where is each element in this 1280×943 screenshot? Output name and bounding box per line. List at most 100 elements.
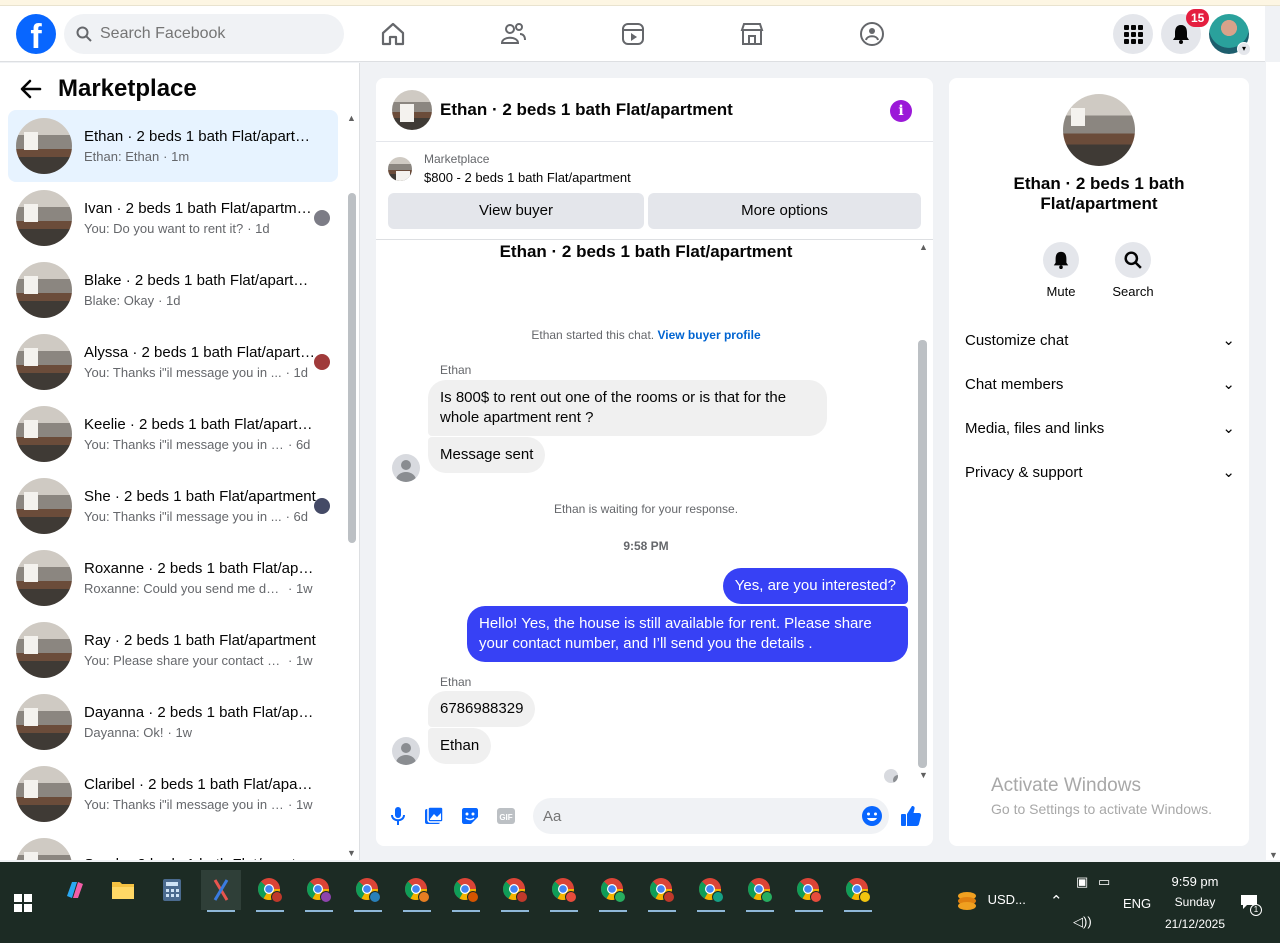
groups-icon[interactable] [858, 20, 886, 48]
clock-date[interactable]: 21/12/2025 [1160, 917, 1230, 931]
svg-text:GIF: GIF [499, 813, 512, 822]
chat-scrollbar-thumb[interactable] [918, 340, 927, 768]
chrome-profile-icon[interactable] [495, 870, 535, 912]
network-icon[interactable]: ▭ [1098, 874, 1110, 890]
chrome-profile-icon[interactable] [691, 870, 731, 912]
watermark-line2: Go to Settings to activate Windows. [991, 801, 1212, 817]
meet-now-icon[interactable]: ▣ [1076, 874, 1088, 890]
conversation-item[interactable]: Dayanna · 2 beds 1 bath Flat/apartment Da… [8, 686, 338, 758]
chrome-profile-icon[interactable] [740, 870, 780, 912]
search-in-chat-button[interactable]: Search [1103, 242, 1163, 299]
conversation-item[interactable]: Claribel · 2 beds 1 bath Flat/apartment Y… [8, 758, 338, 830]
language-indicator[interactable]: ENG [1123, 896, 1151, 911]
outgoing-message[interactable]: Yes, are you interested? [722, 568, 908, 604]
chrome-profile-icon[interactable] [299, 870, 339, 912]
clock-day[interactable]: Sunday [1160, 895, 1230, 909]
gif-icon[interactable]: GIF [496, 806, 516, 826]
menu-grid-icon[interactable] [1113, 14, 1153, 54]
chrome-profile-icon[interactable] [446, 870, 486, 912]
conversation-time: · 6d [285, 509, 308, 524]
search-input[interactable] [100, 25, 320, 43]
currency-widget[interactable]: USD... [956, 890, 1026, 912]
customize-chat-section[interactable]: Customize chat ⌄ [965, 318, 1235, 362]
chrome-profile-icon[interactable] [250, 870, 290, 912]
incoming-message[interactable]: Is 800$ to rent out one of the rooms or … [428, 380, 827, 436]
photo-icon[interactable] [424, 806, 444, 826]
account-avatar[interactable]: ▾ [1209, 14, 1251, 56]
page-scrollbar[interactable]: ▼ [1266, 62, 1280, 860]
friends-icon[interactable] [499, 20, 527, 48]
outgoing-message[interactable]: Hello! Yes, the house is still available… [467, 606, 908, 662]
list-scrollbar-thumb[interactable] [348, 193, 356, 543]
conversation-item[interactable]: Ethan · 2 beds 1 bath Flat/apartment Etha… [8, 110, 338, 182]
listing-avatar[interactable] [392, 89, 432, 130]
privacy-support-section[interactable]: Privacy & support ⌄ [965, 450, 1235, 494]
chrome-profile-icon[interactable] [642, 870, 682, 912]
chat-started-notice: Ethan started this chat. View buyer prof… [376, 328, 916, 342]
incoming-message[interactable]: Message sent [428, 437, 546, 473]
view-buyer-profile-link[interactable]: View buyer profile [657, 328, 760, 342]
listing-price-title: $800 - 2 beds 1 bath Flat/apartment [424, 170, 631, 185]
chrome-profile-icon[interactable] [593, 870, 633, 912]
mute-button[interactable]: Mute [1031, 242, 1091, 299]
file-explorer-icon[interactable] [103, 870, 143, 910]
chrome-profile-icon[interactable] [544, 870, 584, 912]
chrome-profile-icon[interactable] [348, 870, 388, 912]
conversation-snippet: You: Thanks i"il message you in a ... [84, 437, 284, 452]
microphone-icon[interactable] [388, 806, 408, 826]
like-thumb-icon[interactable] [899, 804, 923, 828]
facebook-logo[interactable]: f [16, 14, 56, 54]
windows-start-icon[interactable] [14, 894, 32, 912]
conversation-item[interactable]: Blake · 2 beds 1 bath Flat/apartment Blak… [8, 254, 338, 326]
search-box[interactable] [64, 14, 344, 54]
incoming-message[interactable]: 6786988329 [428, 691, 536, 727]
sticker-icon[interactable] [460, 806, 480, 826]
sender-avatar[interactable] [392, 737, 420, 765]
marketplace-icon[interactable] [738, 20, 766, 48]
back-arrow-icon[interactable] [20, 79, 42, 99]
clock-time[interactable]: 9:59 pm [1160, 874, 1230, 889]
home-icon[interactable] [379, 20, 407, 48]
chrome-profile-icon[interactable] [838, 870, 878, 912]
listing-large-avatar[interactable] [1063, 94, 1135, 166]
conversation-item[interactable]: Ivan · 2 beds 1 bath Flat/apartment You: … [8, 182, 338, 254]
conversation-item[interactable]: Alyssa · 2 beds 1 bath Flat/apartment You… [8, 326, 338, 398]
conversation-item[interactable]: Roxanne · 2 beds 1 bath Flat/apartment Ro… [8, 542, 338, 614]
calculator-icon[interactable] [152, 870, 192, 910]
sender-avatar[interactable] [392, 454, 420, 482]
chrome-profile-icon[interactable] [397, 870, 437, 912]
conversation-item[interactable]: Ray · 2 beds 1 bath Flat/apartment You: P… [8, 614, 338, 686]
conversation-time: · 6d [288, 437, 311, 452]
view-buyer-button[interactable]: View buyer [388, 193, 644, 229]
copilot-icon[interactable] [55, 870, 95, 910]
message-input[interactable] [543, 807, 843, 825]
conversation-item[interactable]: Sarah · 2 beds 1 bath Flat/apartment [8, 830, 338, 860]
read-receipt-avatar [314, 210, 330, 226]
media-files-links-section[interactable]: Media, files and links ⌄ [965, 406, 1235, 450]
search-icon [1124, 251, 1142, 269]
conversation-thumbnail [16, 118, 72, 174]
snipping-tool-icon[interactable] [201, 870, 241, 912]
chevron-up-icon[interactable]: ⌃ [1050, 892, 1063, 910]
incoming-message[interactable]: Ethan [428, 728, 492, 764]
conversation-item[interactable]: Keelie · 2 beds 1 bath Flat/apartment You… [8, 398, 338, 470]
emoji-icon[interactable] [861, 805, 883, 827]
conversation-time: · 1d [158, 293, 181, 308]
marketplace-listing-bar[interactable]: Marketplace $800 - 2 beds 1 bath Flat/ap… [388, 152, 631, 185]
video-icon[interactable] [619, 20, 647, 48]
conversation-title: Alyssa · 2 beds 1 bath Flat/apartment [84, 344, 316, 361]
chat-title[interactable]: Ethan · 2 beds 1 bath Flat/apartment [440, 100, 733, 120]
scroll-down-icon[interactable]: ▼ [919, 770, 928, 780]
conversation-item[interactable]: She · 2 beds 1 bath Flat/apartment You: T… [8, 470, 338, 542]
chat-members-section[interactable]: Chat members ⌄ [965, 362, 1235, 406]
notification-center-icon[interactable]: 1 [1240, 894, 1262, 916]
volume-icon[interactable]: ◁)) [1073, 914, 1092, 930]
chrome-profile-icon[interactable] [789, 870, 829, 912]
message-input-box[interactable] [533, 798, 889, 834]
conversation-thumbnail [16, 406, 72, 462]
more-options-button[interactable]: More options [648, 193, 921, 229]
info-icon[interactable]: i [890, 100, 912, 122]
scroll-up-icon[interactable]: ▲ [919, 242, 928, 252]
message-thread: Ethan · 2 beds 1 bath Flat/apartment Eth… [376, 240, 933, 783]
read-receipt-avatar [314, 354, 330, 370]
